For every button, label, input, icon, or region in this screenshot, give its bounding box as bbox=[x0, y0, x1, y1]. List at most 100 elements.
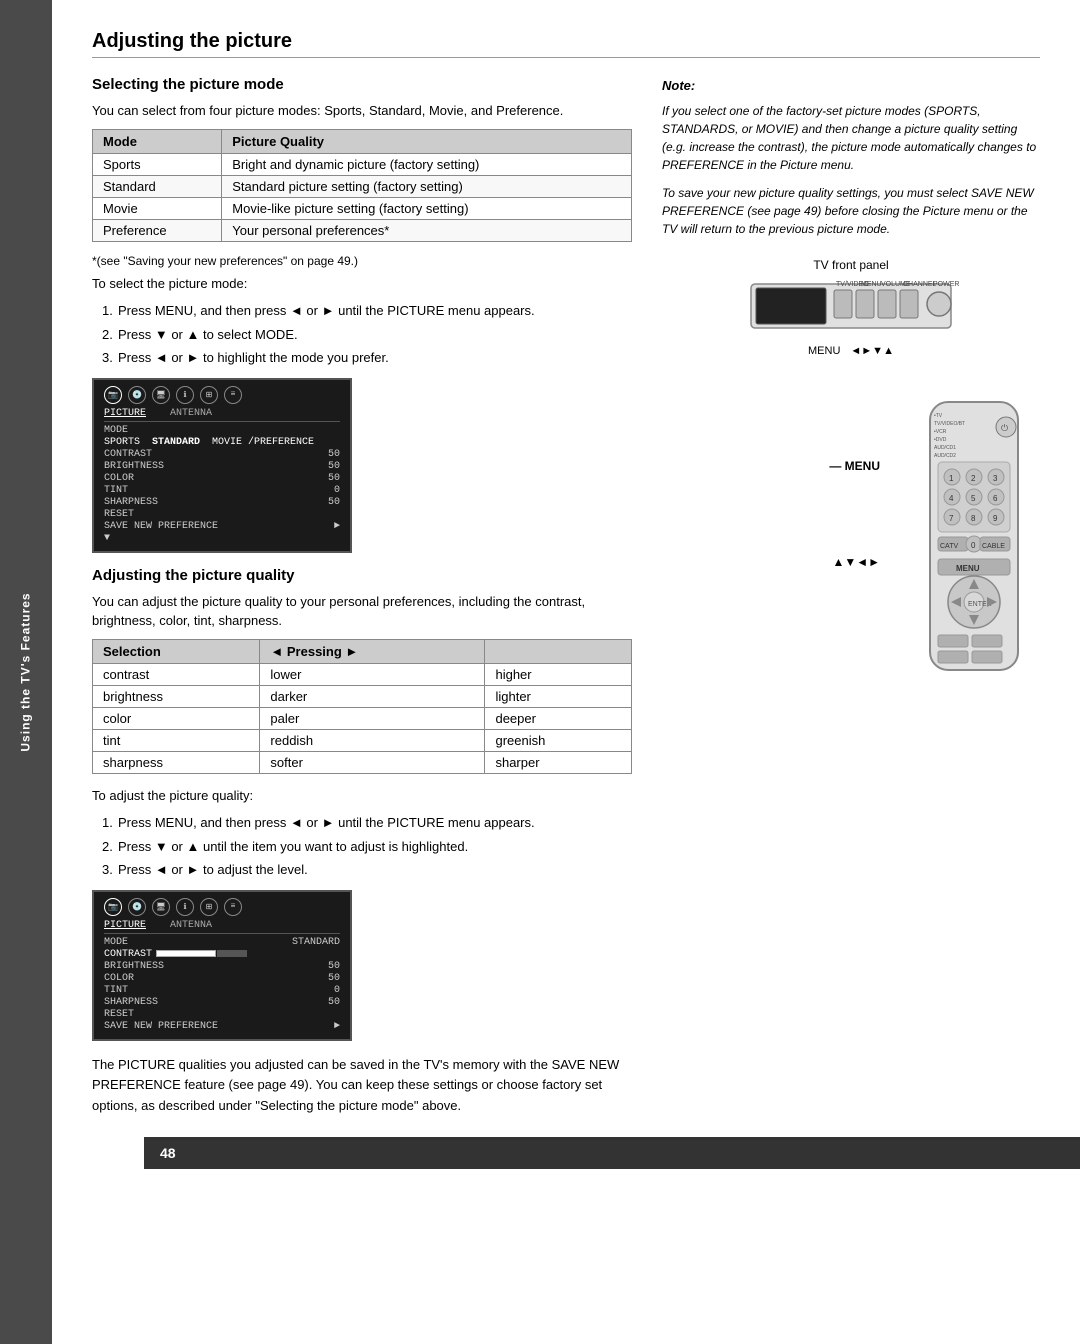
tv-panel-svg: TV/VIDEO MENU VOLUME CHANNEL POWER bbox=[741, 276, 961, 336]
icon2-grid: ⊞ bbox=[200, 898, 218, 916]
quality-table: Selection ◄ Pressing ► contrastlowerhigh… bbox=[92, 639, 632, 774]
mode-table-row: MovieMovie-like picture setting (factory… bbox=[93, 197, 632, 219]
screen2-color: COLOR50 bbox=[104, 973, 340, 984]
left-col: Selecting the picture mode You can selec… bbox=[92, 76, 632, 1117]
quality-table-row: sharpnesssoftersharper bbox=[93, 751, 632, 773]
left-cell: softer bbox=[260, 751, 485, 773]
mode-cell: Preference bbox=[93, 219, 222, 241]
select-step-item: 1.Press MENU, and then press ◄ or ► unti… bbox=[102, 301, 632, 321]
right-cell: sharper bbox=[485, 751, 632, 773]
right-cell: deeper bbox=[485, 707, 632, 729]
remote-diagram: •TV TV/VIDEO/BT •VCR •DVD AUD/CD1 AUD/CD… bbox=[910, 397, 1040, 680]
select-step-item: 3.Press ◄ or ► to highlight the mode you… bbox=[102, 348, 632, 368]
icon-cam: 📷 bbox=[104, 386, 122, 404]
quality-cell: Movie-like picture setting (factory sett… bbox=[222, 197, 632, 219]
screen-reset: RESET bbox=[104, 509, 340, 520]
sidebar: Using the TV's Features bbox=[0, 0, 52, 1344]
panel-arrows: ◄►▼▲ bbox=[850, 345, 894, 357]
svg-text:CATV: CATV bbox=[940, 543, 958, 550]
screen2-contrast-bar: CONTRAST bbox=[104, 949, 340, 960]
icon-disc1: 💿 bbox=[128, 386, 146, 404]
panel-menu-label: MENU bbox=[808, 345, 840, 357]
quality-heading: Adjusting the picture quality bbox=[92, 567, 632, 584]
quality-table-row: tintreddishgreenish bbox=[93, 729, 632, 751]
svg-text:0: 0 bbox=[971, 541, 976, 550]
icon2-disc2: 🖥 bbox=[152, 898, 170, 916]
screen-brightness: BRIGHTNESS50 bbox=[104, 461, 340, 472]
selection-cell: color bbox=[93, 707, 260, 729]
screen-save-pref: SAVE NEW PREFERENCE► bbox=[104, 521, 340, 532]
icon-bars: ≡ bbox=[224, 386, 242, 404]
icon-grid: ⊞ bbox=[200, 386, 218, 404]
svg-text:8: 8 bbox=[971, 514, 976, 523]
screen-mode-values: SPORTS STANDARD MOVIE /PREFERENCE bbox=[104, 437, 340, 448]
mode-cell: Sports bbox=[93, 153, 222, 175]
svg-text:•VCR: •VCR bbox=[934, 429, 947, 435]
icon-disc2: 🖥 bbox=[152, 386, 170, 404]
screen2-save-pref: SAVE NEW PREFERENCE► bbox=[104, 1021, 340, 1032]
right-col: Note: If you select one of the factory-s… bbox=[662, 76, 1040, 1117]
quality-step-item: 3.Press ◄ or ► to adjust the level. bbox=[102, 860, 632, 880]
screen-color: COLOR50 bbox=[104, 473, 340, 484]
icon-info: ℹ bbox=[176, 386, 194, 404]
right-cell: lighter bbox=[485, 685, 632, 707]
screen2-menu-antenna: ANTENNA bbox=[170, 920, 212, 931]
tv-panel-label: TV front panel bbox=[662, 258, 1040, 272]
screen-menu-bar-1: PICTURE ANTENNA bbox=[104, 408, 340, 422]
svg-text:4: 4 bbox=[949, 494, 954, 503]
svg-text:6: 6 bbox=[993, 494, 998, 503]
remote-svg: •TV TV/VIDEO/BT •VCR •DVD AUD/CD1 AUD/CD… bbox=[910, 397, 1040, 677]
page-number-bar: 48 bbox=[144, 1137, 1080, 1169]
page-number: 48 bbox=[160, 1145, 176, 1161]
selection-cell: brightness bbox=[93, 685, 260, 707]
left-cell: darker bbox=[260, 685, 485, 707]
icon2-disc1: 💿 bbox=[128, 898, 146, 916]
note-box: Note: If you select one of the factory-s… bbox=[662, 76, 1040, 238]
main-content: Adjusting the picture Selecting the pict… bbox=[52, 0, 1080, 1344]
quality-steps: 1.Press MENU, and then press ◄ or ► unti… bbox=[102, 813, 632, 880]
svg-text:MENU: MENU bbox=[956, 564, 980, 573]
quality-table-row: brightnessdarkerlighter bbox=[93, 685, 632, 707]
right-cell: greenish bbox=[485, 729, 632, 751]
select-step-item: 2.Press ▼ or ▲ to select MODE. bbox=[102, 325, 632, 345]
screen-menu-picture: PICTURE bbox=[104, 408, 146, 419]
icon2-info: ℹ bbox=[176, 898, 194, 916]
note-para-1: If you select one of the factory-set pic… bbox=[662, 102, 1040, 174]
mode-cell: Movie bbox=[93, 197, 222, 219]
screen2-sharpness: SHARPNESS50 bbox=[104, 997, 340, 1008]
quality-step-item: 2.Press ▼ or ▲ until the item you want t… bbox=[102, 837, 632, 857]
pressing-col-header: ◄ Pressing ► bbox=[260, 639, 485, 663]
mode-table-row: StandardStandard picture setting (factor… bbox=[93, 175, 632, 197]
mode-cell: Standard bbox=[93, 175, 222, 197]
content-columns: Selecting the picture mode You can selec… bbox=[92, 76, 1040, 1117]
svg-text:AUD/CD2: AUD/CD2 bbox=[934, 453, 956, 459]
quality-cell: Your personal preferences* bbox=[222, 219, 632, 241]
remote-menu-label-text: — MENU bbox=[829, 459, 880, 473]
svg-text:•TV: •TV bbox=[934, 413, 943, 419]
screen-contrast: CONTRAST50 bbox=[104, 449, 340, 460]
icon2-bars: ≡ bbox=[224, 898, 242, 916]
selection-cell: tint bbox=[93, 729, 260, 751]
screen2-tint: TINT0 bbox=[104, 985, 340, 996]
svg-text:•DVD: •DVD bbox=[934, 437, 947, 443]
selection-cell: contrast bbox=[93, 663, 260, 685]
select-steps: 1.Press MENU, and then press ◄ or ► unti… bbox=[102, 301, 632, 368]
icon2-cam: 📷 bbox=[104, 898, 122, 916]
mode-col-header: Mode bbox=[93, 129, 222, 153]
svg-text:5: 5 bbox=[971, 494, 976, 503]
quality-intro: You can adjust the picture quality to yo… bbox=[92, 592, 632, 631]
quality-col-header: Picture Quality bbox=[222, 129, 632, 153]
svg-text:CABLE: CABLE bbox=[982, 543, 1005, 550]
svg-text:2: 2 bbox=[971, 474, 976, 483]
screen2-brightness: BRIGHTNESS50 bbox=[104, 961, 340, 972]
screen-icons-2: 📷 💿 🖥 ℹ ⊞ ≡ bbox=[104, 898, 340, 916]
screen-tint: TINT0 bbox=[104, 485, 340, 496]
screen-arrow: ▼ bbox=[104, 533, 340, 544]
svg-text:3: 3 bbox=[993, 474, 998, 483]
footnote: *(see "Saving your new preferences" on p… bbox=[92, 254, 632, 268]
right-cell: higher bbox=[485, 663, 632, 685]
tv-panel-diagram: TV/VIDEO MENU VOLUME CHANNEL POWER bbox=[741, 276, 961, 339]
mode-table: Mode Picture Quality SportsBright and dy… bbox=[92, 129, 632, 242]
svg-text:CHANNEL: CHANNEL bbox=[903, 281, 937, 288]
screen-menu-bar-2: PICTURE ANTENNA bbox=[104, 920, 340, 934]
